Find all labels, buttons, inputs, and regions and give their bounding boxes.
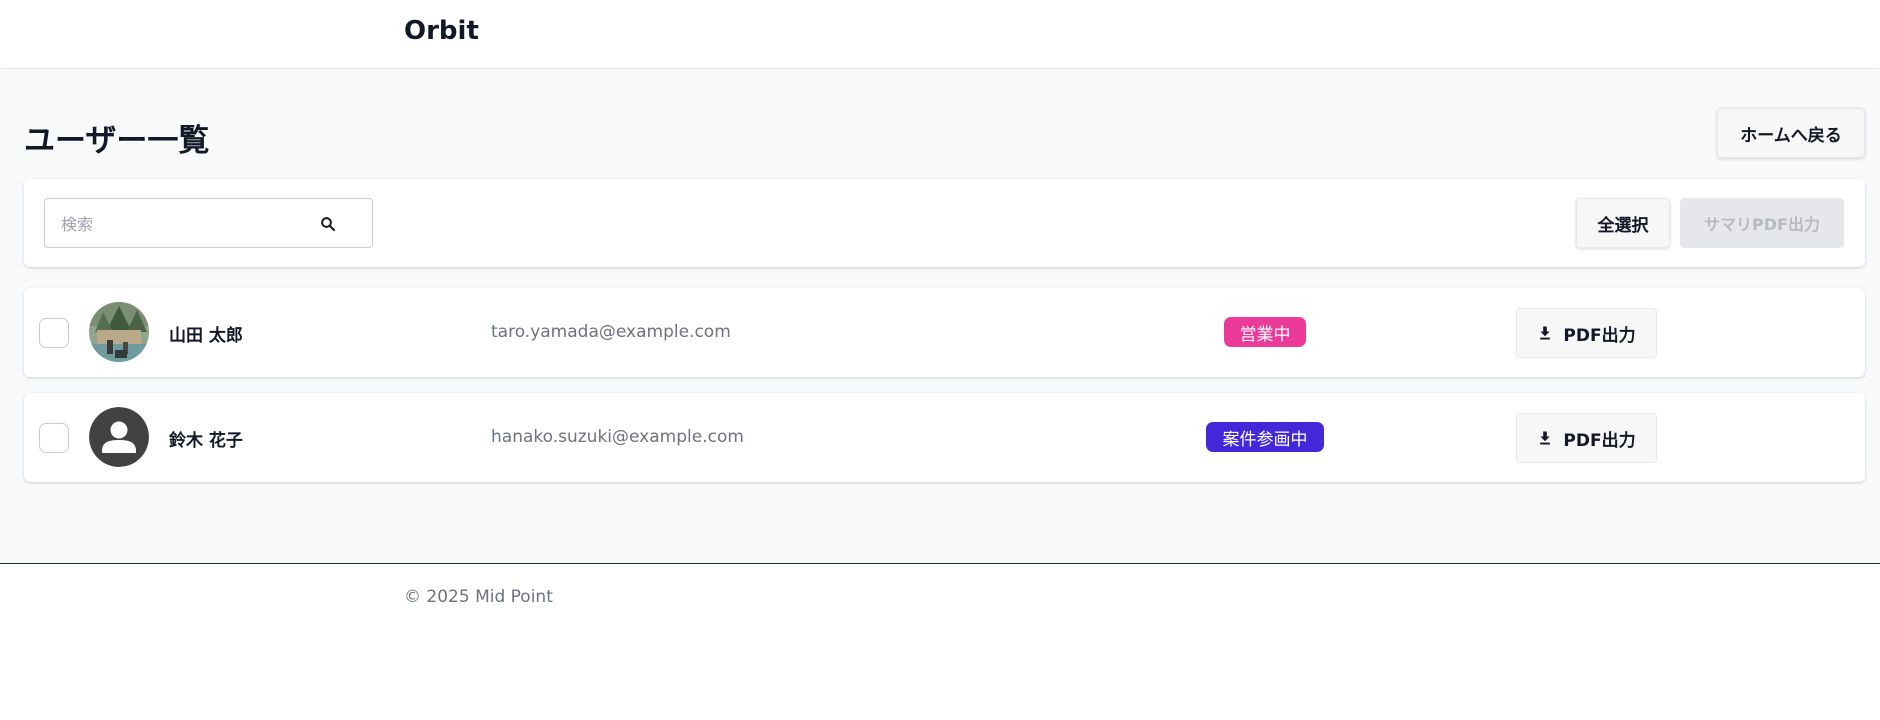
pdf-export-button[interactable]: PDF出力 (1516, 308, 1657, 358)
search-icon[interactable] (319, 215, 337, 233)
toolbar-card: 全選択 サマリPDF出力 (24, 179, 1865, 267)
avatar (89, 302, 149, 362)
row-checkbox[interactable] (39, 318, 69, 348)
pdf-export-button[interactable]: PDF出力 (1516, 413, 1657, 463)
search-input[interactable] (59, 211, 299, 237)
user-email: hanako.suzuki@example.com (491, 427, 744, 447)
status-badge: 営業中 (1224, 317, 1306, 347)
user-row: 鈴木 花子 hanako.suzuki@example.com 案件参画中 PD… (24, 393, 1865, 482)
avatar-photo (89, 302, 149, 362)
row-checkbox[interactable] (39, 423, 69, 453)
user-name: 山田 太郎 (169, 326, 243, 346)
user-name: 鈴木 花子 (169, 431, 243, 451)
footer: © 2025 Mid Point (0, 563, 1880, 720)
footer-copyright: © 2025 Mid Point (404, 587, 553, 607)
app-header: Orbit (0, 0, 1880, 69)
download-icon (1540, 326, 1551, 340)
user-email: taro.yamada@example.com (491, 322, 731, 342)
user-row: 山田 太郎 taro.yamada@example.com 営業中 PDF出力 (24, 288, 1865, 377)
home-button[interactable]: ホームへ戻る (1717, 108, 1865, 158)
pdf-export-label: PDF出力 (1563, 430, 1636, 451)
summary-pdf-button[interactable]: サマリPDF出力 (1680, 198, 1844, 248)
avatar (89, 407, 149, 467)
app-brand[interactable]: Orbit (404, 16, 479, 46)
select-all-button[interactable]: 全選択 (1576, 198, 1670, 248)
main-content: ユーザー一覧 ホームへ戻る 全選択 サマリPDF出力 (0, 70, 1880, 563)
download-icon (1540, 431, 1551, 445)
status-badge: 案件参画中 (1206, 422, 1324, 452)
search-box[interactable] (44, 198, 373, 248)
person-icon (89, 407, 149, 467)
pdf-export-label: PDF出力 (1563, 325, 1636, 346)
page-title: ユーザー一覧 (24, 123, 210, 159)
